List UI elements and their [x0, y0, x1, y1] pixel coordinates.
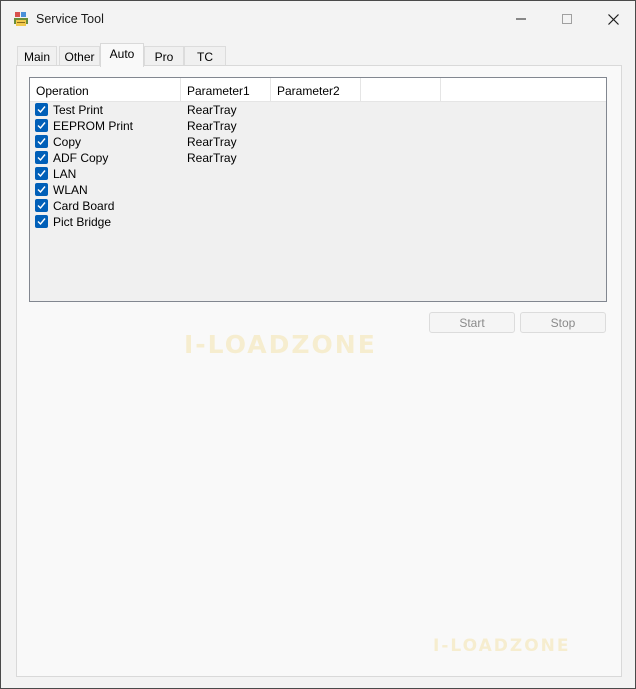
list-item[interactable]: LAN — [30, 166, 606, 182]
minimize-button[interactable] — [498, 2, 544, 36]
column-label: Parameter2 — [277, 84, 340, 98]
list-item[interactable]: Test Print RearTray — [30, 102, 606, 118]
tab-tc[interactable]: TC — [184, 46, 226, 66]
list-item[interactable]: Pict Bridge — [30, 214, 606, 230]
operation-cell: Copy — [53, 135, 82, 149]
checkbox-checked[interactable] — [35, 103, 48, 116]
parameter1-cell: RearTray — [187, 119, 237, 133]
tab-label: Auto — [109, 47, 135, 61]
button-label: Start — [459, 316, 485, 330]
parameter1-cell: RearTray — [187, 135, 237, 149]
list-item[interactable]: EEPROM Print RearTray — [30, 118, 606, 134]
minimize-icon — [516, 14, 526, 24]
close-icon — [607, 13, 619, 25]
tab-main[interactable]: Main — [17, 46, 57, 66]
column-header-parameter1[interactable]: Parameter1 — [181, 78, 271, 102]
listview-header: Operation Parameter1 Parameter2 — [30, 78, 606, 102]
column-label: Operation — [36, 84, 89, 98]
window-title: Service Tool — [36, 12, 104, 26]
listview-rows: Test Print RearTray EEPROM Print RearTra… — [30, 102, 606, 230]
checkbox-checked[interactable] — [35, 151, 48, 164]
column-header-empty-2[interactable] — [441, 78, 606, 102]
column-label: Parameter1 — [187, 84, 250, 98]
start-button[interactable]: Start — [429, 312, 515, 333]
maximize-icon — [562, 14, 572, 24]
button-label: Stop — [550, 316, 576, 330]
column-header-parameter2[interactable]: Parameter2 — [271, 78, 361, 102]
checkbox-checked[interactable] — [35, 135, 48, 148]
column-header-empty-1[interactable] — [361, 78, 441, 102]
operation-cell: WLAN — [53, 183, 88, 197]
title-bar[interactable]: Service Tool — [2, 2, 634, 36]
operation-cell: Card Board — [53, 199, 115, 213]
checkbox-checked[interactable] — [35, 183, 48, 196]
app-printer-icon — [13, 11, 29, 27]
maximize-button[interactable] — [544, 2, 590, 36]
tab-auto[interactable]: Auto — [100, 43, 144, 67]
operation-cell: LAN — [53, 167, 77, 181]
operation-cell: ADF Copy — [53, 151, 109, 165]
checkbox-checked[interactable] — [35, 167, 48, 180]
checkbox-checked[interactable] — [35, 199, 48, 212]
operation-cell: EEPROM Print — [53, 119, 134, 133]
stop-button[interactable]: Stop — [520, 312, 606, 333]
list-item[interactable]: Card Board — [30, 198, 606, 214]
service-tool-window: Service Tool Main Other Auto Pro TC Oper… — [0, 0, 636, 689]
tab-pro[interactable]: Pro — [144, 46, 184, 66]
operation-cell: Pict Bridge — [53, 215, 112, 229]
operation-cell: Test Print — [53, 103, 104, 117]
list-item[interactable]: WLAN — [30, 182, 606, 198]
close-button[interactable] — [590, 2, 636, 36]
list-item[interactable]: ADF Copy RearTray — [30, 150, 606, 166]
tab-label: Main — [23, 50, 50, 64]
list-item[interactable]: Copy RearTray — [30, 134, 606, 150]
watermark-center: I-LOADZONE — [184, 330, 377, 359]
tab-label: Other — [64, 50, 95, 64]
checkbox-checked[interactable] — [35, 215, 48, 228]
column-header-operation[interactable]: Operation — [30, 78, 181, 102]
watermark-bottom: I-LOADZONE — [433, 636, 571, 656]
parameter1-cell: RearTray — [187, 151, 237, 165]
tab-label: Pro — [154, 50, 174, 64]
parameter1-cell: RearTray — [187, 103, 237, 117]
operations-listview[interactable]: Operation Parameter1 Parameter2 Test Pri… — [29, 77, 607, 302]
checkbox-checked[interactable] — [35, 119, 48, 132]
tab-label: TC — [197, 50, 213, 64]
tab-other[interactable]: Other — [59, 46, 100, 66]
